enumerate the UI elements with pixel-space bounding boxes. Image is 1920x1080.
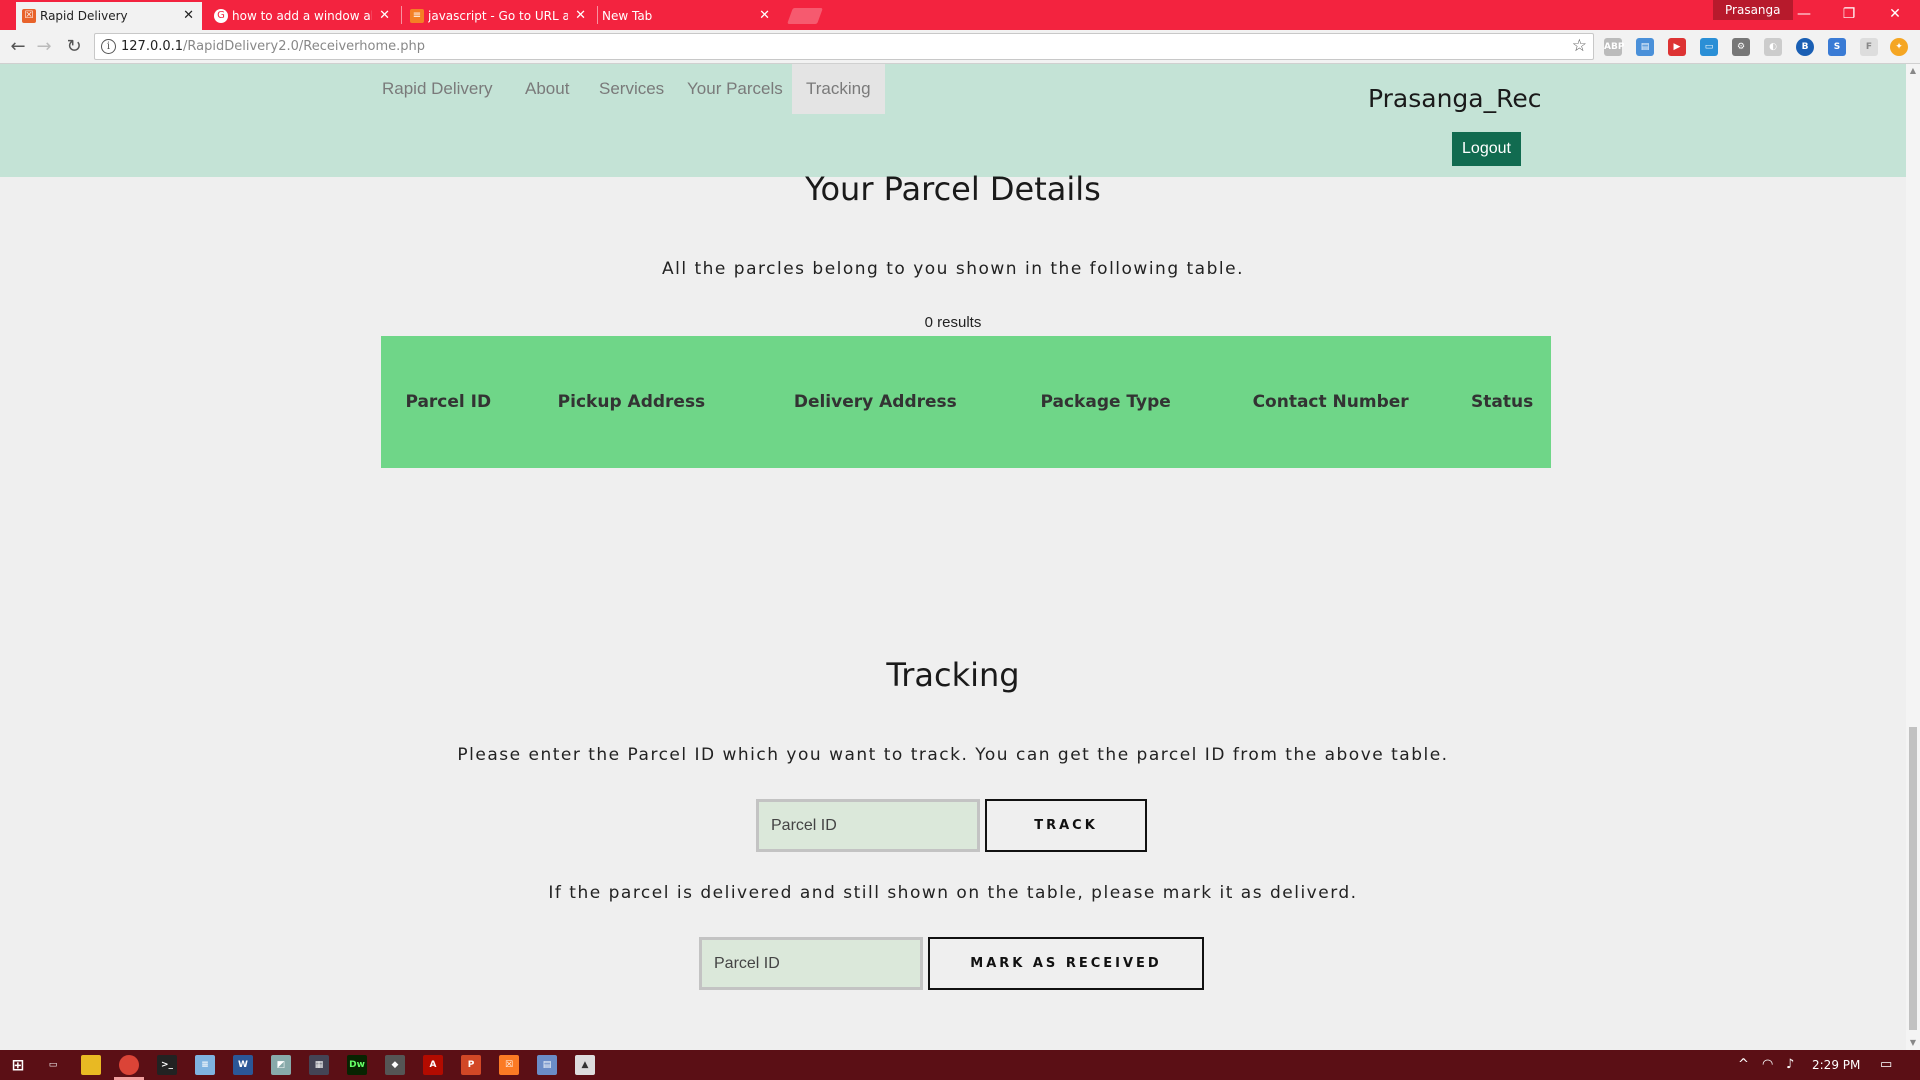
- google-favicon-icon: G: [214, 9, 228, 23]
- rapid-delivery-favicon-icon: ☒: [22, 9, 36, 23]
- column-header-package-type: Package Type: [1040, 392, 1171, 412]
- result-count: 0 results: [924, 314, 982, 331]
- nav-tracking[interactable]: Tracking: [792, 64, 885, 114]
- powerpoint-icon[interactable]: P: [461, 1055, 481, 1075]
- column-header-status: Status: [1471, 392, 1534, 412]
- tracking-title: Tracking: [886, 656, 1020, 694]
- file-explorer-icon[interactable]: [81, 1055, 101, 1075]
- tab-google-search[interactable]: G how to add a window ale ✕: [208, 2, 398, 30]
- url-text: 127.0.0.1/RapidDelivery2.0/Receiverhome.…: [121, 39, 425, 54]
- photos-icon[interactable]: ▲: [575, 1055, 595, 1075]
- mark-as-received-button[interactable]: MARK AS RECEIVED: [928, 937, 1204, 990]
- acrobat-icon[interactable]: A: [423, 1055, 443, 1075]
- parcel-table: Parcel ID Pickup Address Delivery Addres…: [381, 336, 1551, 468]
- app-icon[interactable]: ▤: [537, 1055, 557, 1075]
- new-tab-button[interactable]: [787, 8, 823, 24]
- tab-title: javascript - Go to URL af: [428, 9, 568, 23]
- extension-icon[interactable]: B: [1796, 38, 1814, 56]
- parcel-details-subtitle: All the parcles belong to you shown in t…: [662, 259, 1244, 279]
- tab-title: New Tab: [602, 9, 653, 23]
- column-header-pickup-address: Pickup Address: [557, 392, 706, 412]
- extension-icon[interactable]: ▤: [1636, 38, 1654, 56]
- back-arrow-icon[interactable]: ←: [6, 35, 30, 59]
- clock[interactable]: 2:29 PM: [1812, 1050, 1860, 1080]
- git-icon[interactable]: ◆: [385, 1055, 405, 1075]
- tab-divider: [401, 6, 402, 24]
- tab-new-tab[interactable]: New Tab ✕: [578, 2, 778, 30]
- volume-icon[interactable]: ♪: [1786, 1050, 1794, 1080]
- reload-icon[interactable]: ↻: [62, 35, 86, 59]
- logout-button[interactable]: Logout: [1452, 132, 1521, 166]
- close-tab-icon[interactable]: ✕: [183, 2, 194, 30]
- terminal-icon[interactable]: >_: [157, 1055, 177, 1075]
- wifi-icon[interactable]: ◠: [1762, 1050, 1773, 1080]
- extension-icon[interactable]: ◐: [1764, 38, 1782, 56]
- browser-tab-strip: ☒ Rapid Delivery ✕ G how to add a window…: [0, 0, 1920, 30]
- parcel-details-title: Your Parcel Details: [805, 170, 1101, 208]
- browser-toolbar: ← → ↻ i 127.0.0.1/RapidDelivery2.0/Recei…: [0, 30, 1920, 64]
- app-icon[interactable]: ▦: [309, 1055, 329, 1075]
- adblock-extension-icon[interactable]: ABP: [1604, 38, 1624, 56]
- column-header-parcel-id: Parcel ID: [405, 392, 492, 412]
- tab-stackoverflow[interactable]: ≡ javascript - Go to URL af ✕: [404, 2, 594, 30]
- scrollbar-thumb[interactable]: [1909, 727, 1917, 1030]
- windows-taskbar: ⊞ ▭ >_ ≡ W ◩ ▦ Dw ◆ A P ☒ ▤ ▲ ^ ◠ ♪ 2:29…: [0, 1050, 1920, 1080]
- extension-icon[interactable]: ▭: [1700, 38, 1718, 56]
- web-page: Rapid Delivery About Services Your Parce…: [0, 64, 1906, 1050]
- show-hidden-icons-icon[interactable]: ^: [1738, 1050, 1749, 1080]
- forward-arrow-icon[interactable]: →: [32, 35, 56, 59]
- tab-title: how to add a window ale: [232, 9, 372, 23]
- close-tab-icon[interactable]: ✕: [379, 2, 390, 30]
- column-header-delivery-address: Delivery Address: [793, 392, 957, 412]
- info-icon[interactable]: i: [101, 39, 116, 54]
- address-bar[interactable]: i 127.0.0.1/RapidDelivery2.0/Receiverhom…: [94, 33, 1594, 60]
- extension-icon[interactable]: ⚙: [1732, 38, 1750, 56]
- close-tab-icon[interactable]: ✕: [759, 2, 770, 30]
- minimize-icon[interactable]: —: [1784, 2, 1824, 26]
- site-navbar: Rapid Delivery About Services Your Parce…: [0, 64, 1906, 177]
- chrome-icon[interactable]: [119, 1055, 139, 1075]
- extension-icon[interactable]: S: [1828, 38, 1846, 56]
- notepad-icon[interactable]: ≡: [195, 1055, 215, 1075]
- dreamweaver-icon[interactable]: Dw: [347, 1055, 367, 1075]
- task-view-icon[interactable]: ▭: [43, 1055, 63, 1075]
- word-icon[interactable]: W: [233, 1055, 253, 1075]
- nav-your-parcels[interactable]: Your Parcels: [673, 64, 797, 114]
- nav-services[interactable]: Services: [585, 64, 678, 114]
- nav-about[interactable]: About: [511, 64, 583, 114]
- tracking-instruction: Please enter the Parcel ID which you wan…: [457, 745, 1449, 765]
- username-label: Prasanga_Rec: [1368, 84, 1542, 113]
- windows-start-icon[interactable]: ⊞: [8, 1055, 28, 1075]
- track-parcel-id-input[interactable]: [756, 799, 980, 852]
- mark-parcel-id-input[interactable]: [699, 937, 923, 990]
- track-button[interactable]: TRACK: [985, 799, 1147, 852]
- tab-title: Rapid Delivery: [40, 9, 128, 23]
- close-window-icon[interactable]: ✕: [1875, 2, 1915, 26]
- mark-received-instruction: If the parcel is delivered and still sho…: [548, 883, 1358, 903]
- action-center-icon[interactable]: ▭: [1880, 1050, 1892, 1080]
- profile-button[interactable]: Prasanga: [1713, 0, 1793, 20]
- page-scrollbar[interactable]: ▲ ▼: [1906, 64, 1920, 1050]
- extension-icon[interactable]: ✦: [1890, 38, 1908, 56]
- column-header-contact-number: Contact Number: [1252, 392, 1409, 412]
- scroll-down-icon[interactable]: ▼: [1909, 1038, 1917, 1048]
- tab-rapid-delivery[interactable]: ☒ Rapid Delivery ✕: [16, 2, 202, 30]
- table-header-row: Parcel ID Pickup Address Delivery Addres…: [381, 336, 1551, 468]
- restore-icon[interactable]: ❐: [1829, 2, 1869, 26]
- app-icon[interactable]: ◩: [271, 1055, 291, 1075]
- xampp-icon[interactable]: ☒: [499, 1055, 519, 1075]
- extension-icon[interactable]: ▶: [1668, 38, 1686, 56]
- extension-icon[interactable]: F: [1860, 38, 1878, 56]
- bookmark-star-icon[interactable]: ☆: [1572, 34, 1587, 59]
- stackoverflow-favicon-icon: ≡: [410, 9, 424, 23]
- brand-link[interactable]: Rapid Delivery: [368, 64, 507, 114]
- scroll-up-icon[interactable]: ▲: [1909, 66, 1917, 76]
